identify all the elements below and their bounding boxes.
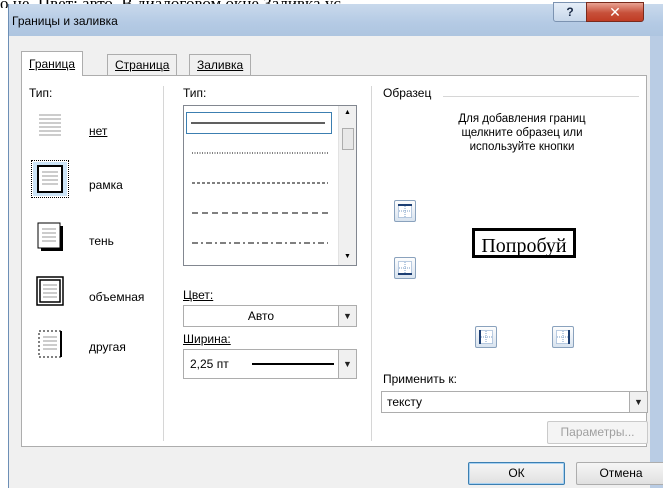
color-value: Авто [247, 309, 275, 323]
style-item-dash-dot[interactable] [188, 234, 328, 252]
preset-none-label: нет [89, 124, 108, 138]
scroll-down-icon[interactable]: ▼ [339, 253, 356, 260]
scroll-thumb[interactable] [342, 128, 354, 150]
color-select[interactable]: Авто ▼ [183, 305, 357, 327]
style-label: Тип: [183, 86, 207, 100]
options-button[interactable]: Параметры... [547, 421, 648, 444]
preview-rule [443, 96, 639, 97]
preset-box[interactable] [31, 160, 69, 198]
border-none-icon [39, 114, 61, 136]
chevron-down-icon[interactable]: ▼ [629, 392, 647, 412]
border-shadow-icon [37, 222, 63, 251]
top-border-icon [398, 204, 412, 218]
tab-label: Граница [29, 57, 76, 71]
cancel-button[interactable]: Отмена [576, 462, 663, 485]
top-border-button[interactable] [394, 200, 416, 222]
scrollbar[interactable]: ▲ ▼ [338, 106, 356, 265]
preview-label: Образец [383, 86, 432, 100]
preview-hint: Для добавления границ щелкните образец и… [458, 113, 586, 153]
border-custom-icon [38, 330, 62, 358]
style-item-selected[interactable] [186, 112, 332, 134]
width-line-sample [252, 363, 334, 365]
left-border-button[interactable] [475, 326, 497, 348]
border-3d-icon [36, 276, 64, 306]
bottom-border-button[interactable] [394, 257, 416, 279]
right-border-icon [556, 330, 570, 344]
borders-and-shading-dialog: Границы и заливка ? ✕ Граница Страница З… [8, 2, 663, 488]
width-select[interactable]: 2,25 пт ▼ [183, 349, 357, 379]
preset-shadow-label: тень [89, 234, 114, 248]
width-value: 2,25 пт [190, 357, 229, 371]
bottom-border-icon [398, 261, 412, 275]
scroll-up-icon[interactable]: ▲ [339, 109, 356, 116]
tab-shading[interactable]: Заливка [189, 54, 252, 76]
chevron-down-icon[interactable]: ▼ [338, 306, 356, 326]
style-item-dash[interactable] [188, 204, 328, 222]
style-item-dash-small[interactable] [188, 174, 328, 192]
tab-label: Страница [115, 58, 170, 72]
window-frame-edge [650, 36, 663, 488]
chevron-down-icon[interactable]: ▼ [338, 350, 356, 378]
preset-none[interactable] [33, 108, 67, 142]
tab-page[interactable]: Страница [107, 54, 178, 76]
preset-3d-label: объемная [89, 290, 145, 304]
tab-label: Заливка [197, 58, 244, 72]
style-item-dotted[interactable] [188, 144, 328, 162]
preset-shadow[interactable] [33, 219, 67, 253]
preset-custom[interactable] [33, 327, 67, 361]
preview-sample[interactable]: Попробуй [472, 228, 576, 258]
preset-custom-label: другая [89, 340, 126, 354]
help-button[interactable]: ? [553, 2, 587, 22]
window-title: Границы и заливка [12, 14, 118, 28]
ok-button[interactable]: ОК [468, 462, 565, 485]
right-border-button[interactable] [552, 326, 574, 348]
color-label: Цвет: [183, 288, 214, 302]
preset-3d[interactable] [33, 274, 67, 308]
divider [371, 86, 372, 441]
left-border-icon [479, 330, 493, 344]
title-bar: Границы и заливка ? ✕ [9, 2, 663, 36]
preset-box-label: рамка [89, 178, 123, 192]
type-label: Тип: [29, 86, 53, 100]
tab-border[interactable]: Граница [21, 51, 84, 76]
apply-value: тексту [387, 395, 423, 409]
width-label: Ширина: [183, 332, 231, 346]
close-button[interactable]: ✕ [586, 2, 644, 22]
apply-select[interactable]: тексту ▼ [381, 391, 648, 413]
border-box-icon [37, 165, 63, 193]
apply-label: Применить к: [383, 372, 457, 386]
border-style-list[interactable]: ▲ ▼ [183, 105, 357, 266]
divider [163, 86, 164, 441]
